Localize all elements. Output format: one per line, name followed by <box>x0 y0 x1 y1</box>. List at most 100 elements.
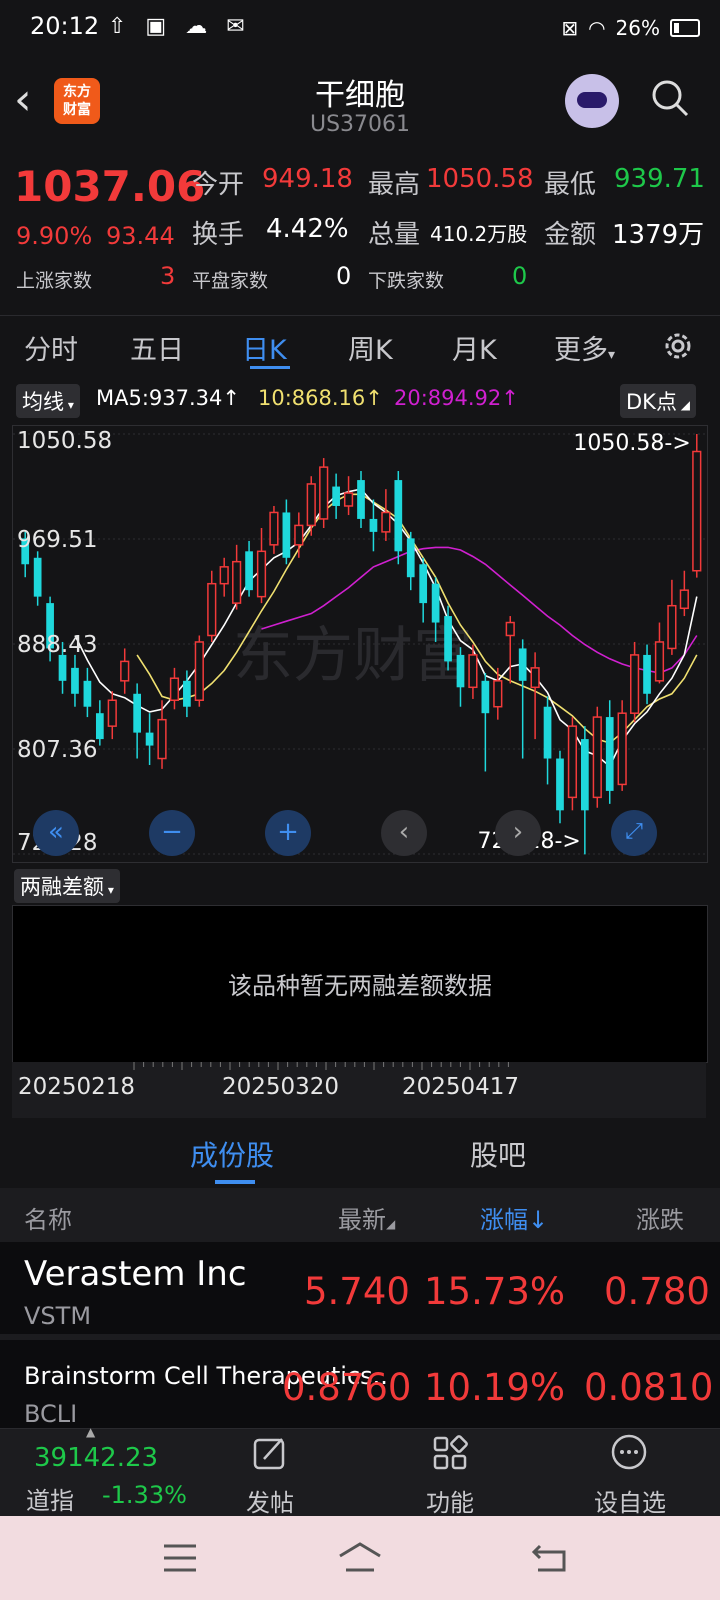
table-header: 名称 最新◢ 涨幅↓ 涨跌 <box>0 1188 720 1242</box>
amount-label: 金额 <box>544 220 597 250</box>
candle-down <box>556 758 564 811</box>
battery-percent: 26% <box>615 16 660 40</box>
ma-selector[interactable]: 均线 ▾ <box>16 384 80 418</box>
fullscreen-icon[interactable]: ⤢ <box>611 810 657 856</box>
assistant-robot-icon[interactable] <box>565 74 619 128</box>
section-tab-indicator <box>215 1180 255 1184</box>
flat-count: 0 <box>336 262 352 290</box>
candle-down <box>518 648 527 681</box>
candle-down <box>406 538 415 578</box>
tab-constituents[interactable]: 成份股 <box>190 1134 274 1174</box>
date-axis[interactable]: 20250218 20250320 20250417 <box>12 1062 706 1118</box>
up-count: 3 <box>160 262 176 290</box>
column-latest-label: 最新 <box>338 1206 386 1234</box>
stock-code: VSTM <box>24 1302 92 1330</box>
candle-up <box>679 589 689 610</box>
index-value[interactable]: 39142.23 <box>34 1443 158 1473</box>
stock-change: 0.0810 <box>584 1366 714 1409</box>
ma20-value: 20:894.92↑ <box>394 386 519 410</box>
stock-latest: 5.740 <box>304 1270 410 1313</box>
flat-count-label: 平盘家数 <box>192 270 269 292</box>
margin-panel: 该品种暂无两融差额数据 <box>12 905 708 1063</box>
quote-panel: 1037.06 9.90% 93.44 今开 949.18 最高 1050.58… <box>0 148 720 310</box>
tab-five-day[interactable]: 五日 <box>130 328 184 367</box>
down-count: 0 <box>512 262 528 290</box>
candle-down <box>419 564 428 604</box>
candle-up <box>256 550 267 598</box>
turnover-label: 换手 <box>192 220 245 250</box>
y-tick-label: 969.51 <box>17 527 97 553</box>
zoom-out-icon[interactable]: − <box>149 810 195 856</box>
table-row[interactable]: Verastem Inc VSTM 5.740 15.73% 0.780 <box>0 1242 720 1340</box>
open-value: 949.18 <box>262 164 353 194</box>
volume-label: 总量 <box>368 220 421 250</box>
candle-up <box>629 654 640 714</box>
turnover-value: 4.42% <box>266 214 349 244</box>
candle-up <box>530 667 540 689</box>
table-row[interactable]: Brainstorm Cell Therapeutics.. BCLI 0.87… <box>0 1340 720 1428</box>
tab-daily-k[interactable]: 日K <box>242 328 287 367</box>
candle-down <box>33 557 42 597</box>
sort-icon: ◢ <box>386 1217 396 1231</box>
tab-weekly-k[interactable]: 周K <box>348 328 393 367</box>
candle-down <box>580 739 589 811</box>
fast-back-icon[interactable]: « <box>33 810 79 856</box>
section-tabs: 成份股 股吧 <box>0 1118 720 1188</box>
candle-up <box>319 466 329 520</box>
dk-point-selector[interactable]: DK点 ◢ <box>620 384 696 418</box>
features-icon[interactable] <box>432 1435 468 1471</box>
volume-value: 410.2万股 <box>430 222 528 246</box>
column-latest[interactable]: 最新◢ <box>338 1200 395 1235</box>
post-icon[interactable] <box>252 1435 288 1471</box>
tab-intraday[interactable]: 分时 <box>24 328 78 367</box>
tab-monthly-k[interactable]: 月K <box>452 328 497 367</box>
post-label[interactable]: 发帖 <box>246 1483 294 1518</box>
candle-up <box>107 699 117 727</box>
expand-up-icon[interactable]: ▲ <box>86 1425 95 1439</box>
candle-up <box>269 511 279 546</box>
max-price-label: 1050.58-> <box>573 431 690 456</box>
status-right: ⊠ ◠ 26% <box>561 16 700 40</box>
tab-more-label: 更多 <box>554 335 608 366</box>
prev-icon[interactable]: ‹ <box>381 810 427 856</box>
candle-up <box>306 483 316 527</box>
candle-down <box>95 713 104 740</box>
candle-up <box>667 604 677 650</box>
stock-change-percent: 15.73% <box>424 1270 566 1313</box>
candle-down <box>357 480 365 519</box>
column-change-percent[interactable]: 涨幅↓ <box>480 1200 548 1235</box>
candle-down <box>133 693 142 733</box>
home-icon[interactable] <box>336 1540 384 1576</box>
change-percent: 9.90% <box>16 222 93 250</box>
settings-gear-icon[interactable] <box>660 328 696 364</box>
date-label: 20250218 <box>18 1074 136 1100</box>
tab-more[interactable]: 更多▾ <box>554 328 615 367</box>
stock-latest: 0.8760 <box>282 1366 412 1409</box>
date-axis-ticks <box>133 1062 509 1070</box>
stock-change-percent: 10.19% <box>424 1366 566 1409</box>
margin-selector[interactable]: 两融差额 ▾ <box>14 869 120 903</box>
watchlist-label[interactable]: 设自选 <box>594 1483 666 1518</box>
candle-up <box>169 677 180 701</box>
watchlist-icon[interactable] <box>610 1433 648 1471</box>
zoom-in-icon[interactable]: + <box>265 810 311 856</box>
battery-icon <box>670 19 700 37</box>
features-label[interactable]: 功能 <box>426 1483 474 1518</box>
candle-down <box>282 512 291 558</box>
watermark: 东方财富 <box>233 621 473 691</box>
tab-forum[interactable]: 股吧 <box>470 1134 526 1174</box>
column-change[interactable]: 涨跌 <box>636 1200 684 1235</box>
index-name: 道指 <box>26 1487 74 1515</box>
candle-up <box>654 641 665 682</box>
next-icon[interactable]: › <box>495 810 541 856</box>
search-icon[interactable] <box>650 78 690 118</box>
candle-up <box>617 712 627 786</box>
candle-down <box>369 518 378 532</box>
column-name[interactable]: 名称 <box>24 1200 72 1235</box>
candle-down <box>394 480 403 552</box>
candle-down <box>71 667 79 694</box>
kline-chart[interactable]: 东方财富 1050.58969.51888.43807.36726.281050… <box>12 425 708 863</box>
back-nav-icon[interactable] <box>530 1540 570 1576</box>
down-count-label: 下跌家数 <box>368 270 445 292</box>
menu-icon[interactable] <box>160 1540 200 1576</box>
